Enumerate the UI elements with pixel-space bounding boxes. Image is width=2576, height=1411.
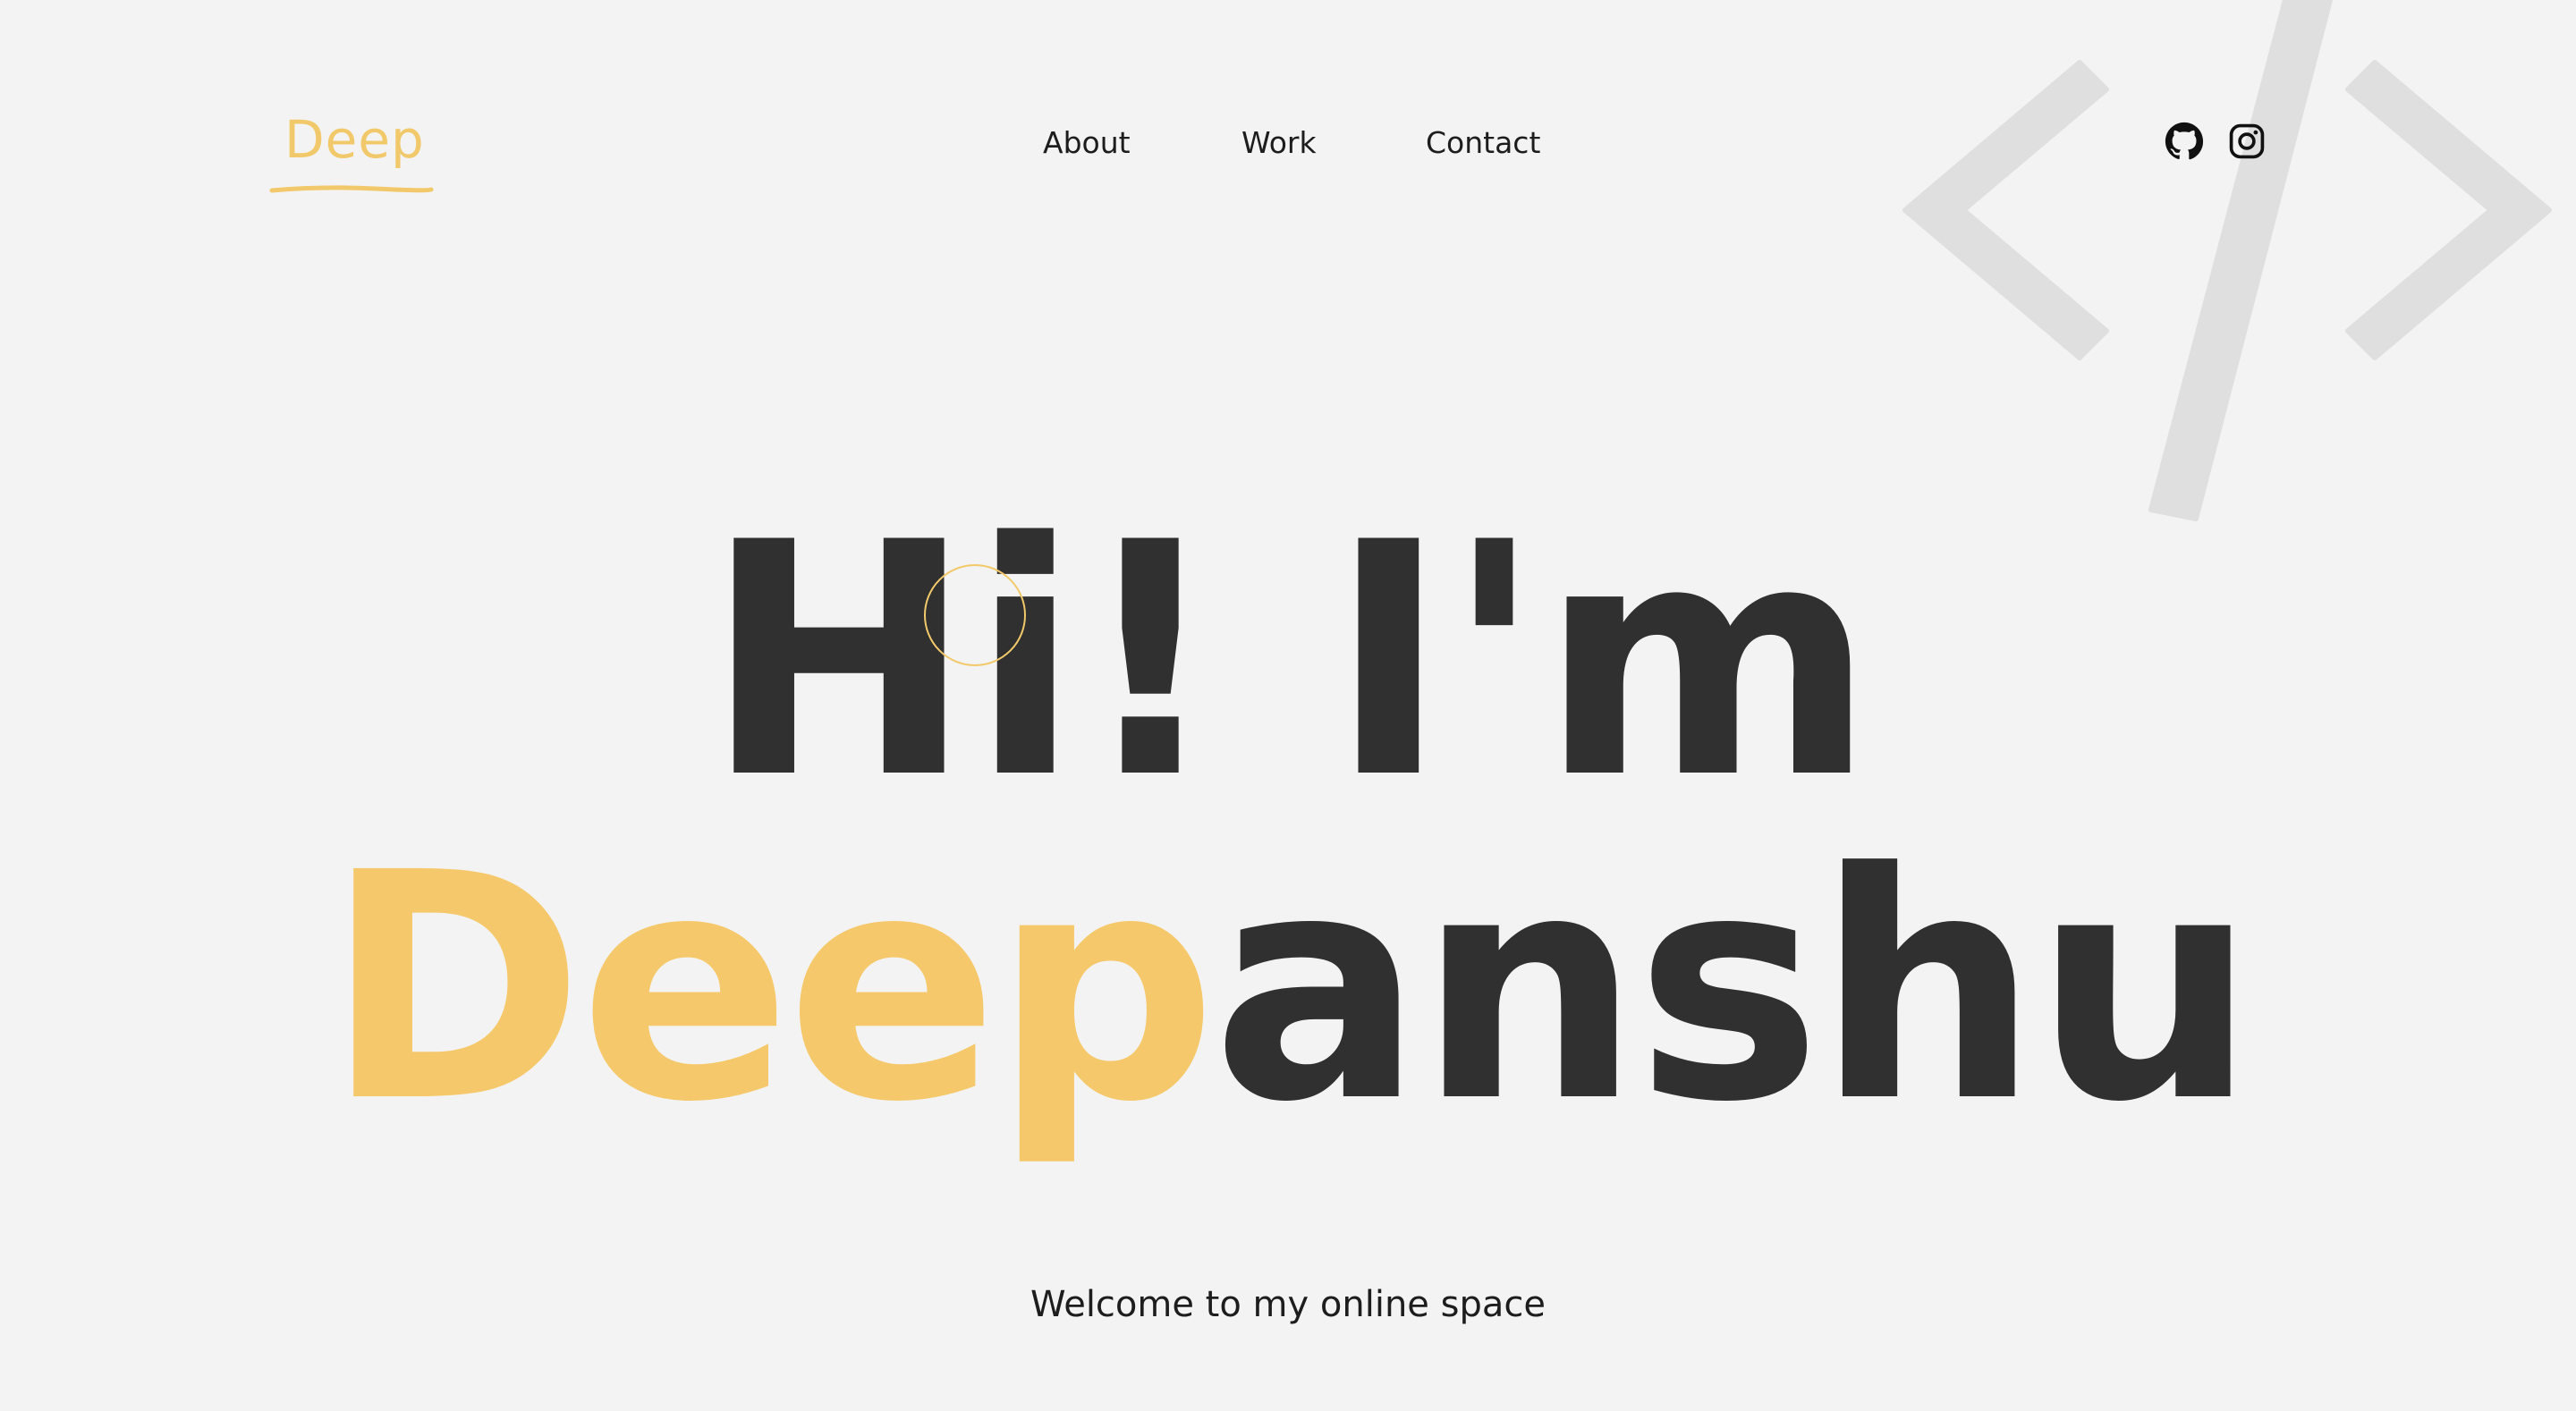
github-icon [2165, 122, 2204, 160]
instagram-icon [2229, 123, 2265, 159]
hero-name-highlight: Deep [325, 806, 1217, 1170]
hero-greeting: Hi! I'm [704, 474, 1875, 849]
custom-cursor-ring [924, 564, 1026, 666]
nav-link-about[interactable]: About [1043, 125, 1131, 160]
portfolio-page: Deep About Work Contact Hi! I'm Deepansh… [0, 0, 2576, 1411]
logo[interactable]: Deep [284, 109, 425, 170]
nav-link-contact[interactable]: Contact [1426, 125, 1540, 160]
hero-tagline: Welcome to my online space [1030, 1284, 1546, 1325]
nav-link-work[interactable]: Work [1241, 125, 1317, 160]
instagram-link[interactable] [2227, 122, 2267, 161]
code-symbol-decoration-icon [1902, 0, 2552, 521]
hero-name-rest: anshu [1211, 806, 2257, 1170]
logo-underline [269, 185, 434, 193]
github-link[interactable] [2165, 122, 2204, 161]
hero-name: Deepanshu [0, 832, 2576, 1145]
